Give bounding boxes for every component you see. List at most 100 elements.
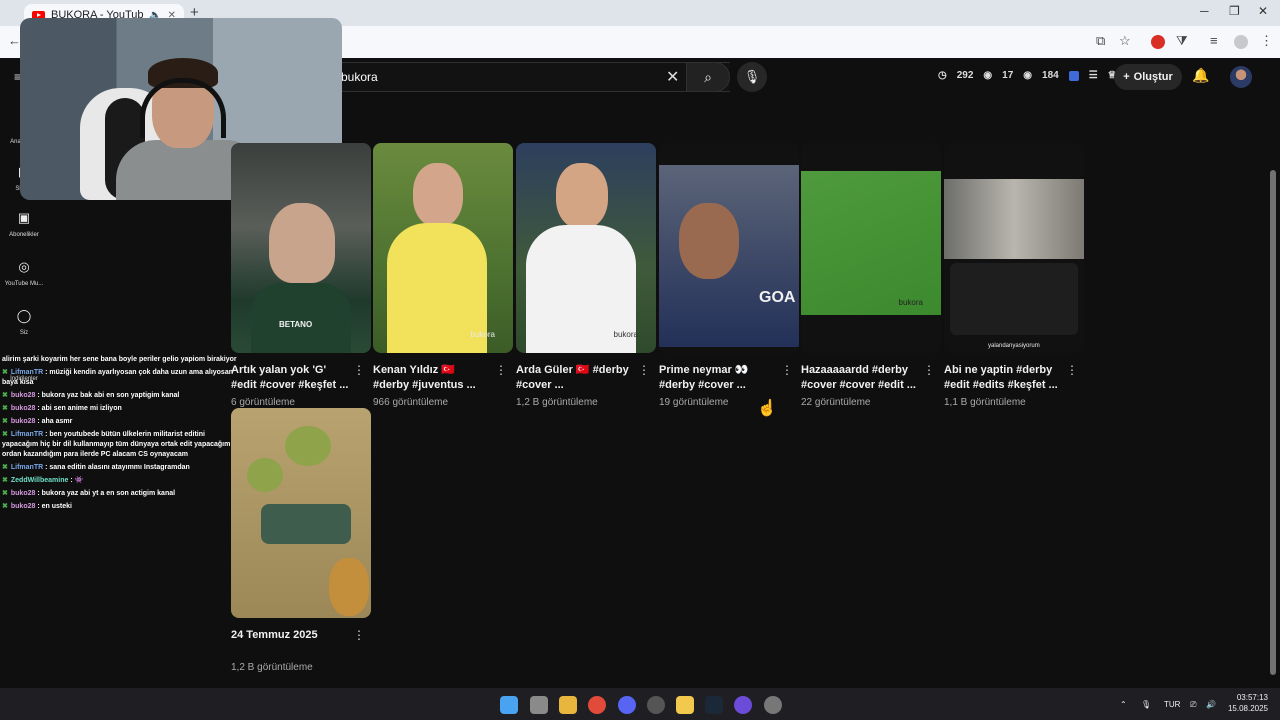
video-thumbnail[interactable] [231, 408, 371, 618]
badge-icon: ✖ [2, 392, 8, 399]
chat-message: ✖ buko28 : aha asmr [2, 417, 242, 427]
badge-icon: ✖ [2, 431, 8, 438]
extension-red-icon[interactable] [1151, 35, 1165, 49]
browser-menu-icon[interactable]: ⋮ [1260, 33, 1273, 49]
sidebar-item-music[interactable]: ◎ YouTube Mu... [0, 259, 48, 287]
media-control-icon[interactable]: ≡ [1210, 33, 1218, 48]
video-title[interactable]: Kenan Yıldız 🇹🇷 #derby #juventus ... [373, 363, 491, 393]
video-title[interactable]: Arda Güler 🇹🇷 #derby #cover ... [516, 363, 634, 393]
extension-blue-icon[interactable] [1068, 70, 1079, 81]
video-card[interactable]: bukora Arda Güler 🇹🇷 #derby #cover ... 1… [516, 143, 656, 408]
volume-icon[interactable]: 🔊 [1206, 700, 1216, 709]
thumb-figure [413, 163, 463, 227]
install-icon[interactable]: ⧉ [1096, 33, 1105, 49]
voice-search-button[interactable]: 🎙 [737, 62, 767, 92]
search-button[interactable]: ⌕ [686, 62, 730, 92]
video-title[interactable]: 24 Temmuz 2025 [231, 628, 349, 658]
sidebar-item-you[interactable]: ◯ Siz [0, 308, 48, 336]
chat-text: : bukora yaz bak abi en son yaptigim kan… [37, 392, 180, 399]
extensions-icon[interactable]: ⧩ [1176, 33, 1188, 49]
chat-message: alirim şarki koyarim her sene bana boyle… [2, 355, 242, 365]
video-title[interactable]: Prime neymar 👀 #derby #cover ... [659, 363, 777, 393]
chat-user: buko28 [10, 405, 36, 412]
close-window-button[interactable]: ✕ [1258, 4, 1268, 18]
tray-mic-icon[interactable]: 🎙 [1141, 700, 1151, 709]
video-card[interactable]: yalandanyasiyorum Abi ne yaptin #derby #… [944, 143, 1084, 408]
video-views: 1,2 B görüntüleme [516, 397, 598, 408]
steam-icon[interactable] [705, 696, 723, 714]
thumb-watermark: bukora [898, 298, 923, 307]
obs-icon[interactable] [647, 696, 665, 714]
create-button[interactable]: + Oluştur [1114, 64, 1182, 90]
chrome-icon[interactable] [588, 696, 606, 714]
chat-user: ZeddWillbeamine [10, 477, 69, 484]
search-query: bukora [341, 70, 378, 84]
thumb-comments-panel [950, 263, 1078, 335]
account-avatar[interactable] [1230, 66, 1252, 88]
sidebar-item-subscriptions[interactable]: ▣ Abonelikler [0, 210, 48, 238]
more-options-icon[interactable]: ⋮ [1066, 363, 1078, 377]
more-options-icon[interactable]: ⋮ [353, 363, 365, 377]
more-options-icon[interactable]: ⋮ [353, 628, 365, 642]
video-thumbnail[interactable]: bukora [801, 143, 941, 353]
page-scrollbar[interactable] [1270, 170, 1276, 675]
badge-icon: ✖ [2, 464, 8, 471]
video-card[interactable]: bukora Hazaaaaardd #derby #cover #cover … [801, 143, 941, 408]
video-title[interactable]: Hazaaaaardd #derby #cover #cover #edit .… [801, 363, 919, 393]
chat-text: : 👾 [70, 477, 84, 484]
thumb-table [261, 504, 351, 544]
file-explorer-icon[interactable] [559, 696, 577, 714]
language-indicator[interactable]: TUR [1164, 700, 1180, 709]
pointer-cursor-icon: ☝ [757, 400, 777, 417]
clock-icon: ◷ [938, 70, 947, 81]
chat-user: buko28 [10, 418, 36, 425]
more-options-icon[interactable]: ⋮ [495, 363, 507, 377]
thumb-character [285, 426, 331, 466]
video-card[interactable]: bukora Kenan Yıldız 🇹🇷 #derby #juventus … [373, 143, 513, 408]
thumb-logo: BETANO [279, 320, 313, 329]
network-icon[interactable]: ⎚ [1190, 700, 1196, 710]
video-card[interactable]: GOA Prime neymar 👀 #derby #cover ... 19 … [659, 143, 799, 408]
list-icon[interactable]: ☰ [1089, 70, 1098, 81]
video-thumbnail[interactable]: yalandanyasiyorum [944, 143, 1084, 353]
bookmark-star-icon[interactable]: ☆ [1119, 33, 1131, 49]
thumb-jersey [251, 283, 351, 353]
minimize-button[interactable]: ─ [1200, 4, 1209, 18]
clock-date: 15.08.2025 [1227, 704, 1268, 713]
chat-user: LifmanTR [10, 464, 44, 471]
more-options-icon[interactable]: ⋮ [781, 363, 793, 377]
maximize-button[interactable]: ❐ [1229, 4, 1240, 18]
video-title[interactable]: Artık yalan yok 'G' #edit #cover #keşfet… [231, 363, 349, 393]
badge-icon: ✖ [2, 477, 8, 484]
tray-chevron-icon[interactable]: ⌃ [1120, 700, 1127, 709]
subscriptions-icon: ▣ [17, 210, 31, 225]
app-icon[interactable] [676, 696, 694, 714]
video-thumbnail[interactable]: bukora [373, 143, 513, 353]
video-thumbnail[interactable]: GOA [659, 143, 799, 353]
more-options-icon[interactable]: ⋮ [638, 363, 650, 377]
profile-icon[interactable] [1234, 35, 1248, 49]
eye-icon: ◉ [983, 70, 993, 81]
video-title[interactable]: Abi ne yaptin #derby #edit #edits #keşfe… [944, 363, 1062, 393]
video-card[interactable]: 24 Temmuz 2025 1,2 B görüntüleme ⋮ [231, 408, 371, 673]
create-label: Oluştur [1133, 71, 1173, 83]
video-card[interactable]: BETANO Artık yalan yok 'G' #edit #cover … [231, 143, 371, 408]
video-thumbnail[interactable]: BETANO [231, 143, 371, 353]
microphone-icon: 🎙 [743, 69, 761, 84]
more-options-icon[interactable]: ⋮ [923, 363, 935, 377]
clear-search-icon[interactable]: ✕ [666, 67, 679, 87]
windows-start-icon[interactable] [500, 696, 518, 714]
notifications-bell-icon[interactable]: 🔔 [1192, 67, 1209, 84]
discord-icon[interactable] [618, 696, 636, 714]
chat-text: : bukora yaz abi yt a en son actigim kan… [37, 490, 176, 497]
chat-message: ✖ buko28 : bukora yaz bak abi en son yapt… [2, 391, 242, 401]
task-view-icon[interactable] [530, 696, 548, 714]
views-icon: ◉ [1023, 70, 1033, 81]
app-purple-icon[interactable] [734, 696, 752, 714]
taskbar-clock[interactable]: 03:57:13 15.08.2025 [1222, 692, 1268, 714]
video-thumbnail[interactable]: bukora [516, 143, 656, 353]
settings-icon[interactable] [764, 696, 782, 714]
stream-stats: ◷ 292 ◉ 17 ◉ 184 ☰ ♕ [938, 70, 1117, 81]
video-views: 1,1 B görüntüleme [944, 397, 1026, 408]
sidebar-item-label: Abonelikler [9, 232, 39, 238]
